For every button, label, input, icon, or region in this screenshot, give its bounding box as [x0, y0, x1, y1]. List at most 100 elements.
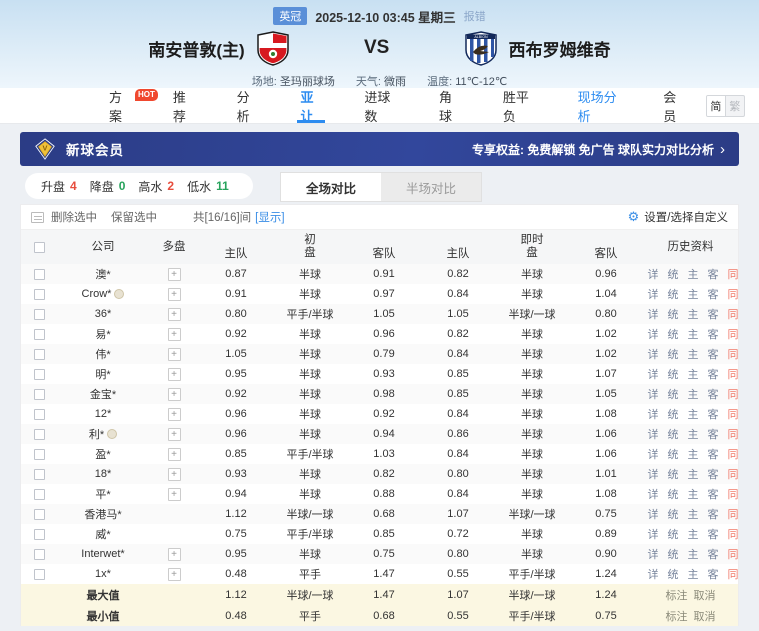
tab-recommend[interactable]: 推荐 [152, 88, 216, 123]
history-link[interactable]: 同 [728, 366, 739, 382]
history-link[interactable]: 详 [648, 366, 659, 382]
history-link[interactable]: 客 [708, 546, 719, 562]
history-link[interactable]: 主 [688, 346, 699, 362]
company-name[interactable]: 明* [95, 366, 110, 382]
history-link[interactable]: 客 [708, 446, 719, 462]
lang-traditional-button[interactable]: 繁 [726, 96, 744, 116]
summary-action-link[interactable]: 取消 [694, 587, 716, 603]
history-link[interactable]: 统 [668, 546, 679, 562]
report-error-link[interactable]: 报错 [464, 8, 486, 24]
company-name[interactable]: 易* [95, 326, 110, 342]
history-link[interactable]: 主 [688, 386, 699, 402]
row-checkbox[interactable] [34, 289, 45, 300]
vip-banner[interactable]: V 新球会员 专享权益: 免费解锁 免广告 球队实力对比分析 › [20, 132, 739, 166]
history-link[interactable]: 同 [728, 426, 739, 442]
history-link[interactable]: 客 [708, 346, 719, 362]
history-link[interactable]: 统 [668, 346, 679, 362]
history-link[interactable]: 统 [668, 406, 679, 422]
company-name[interactable]: 威* [95, 526, 110, 542]
history-link[interactable]: 客 [708, 486, 719, 502]
history-link[interactable]: 详 [648, 466, 659, 482]
tab-win-draw-lose[interactable]: 胜平负 [482, 88, 557, 123]
row-checkbox[interactable] [34, 549, 45, 560]
row-checkbox[interactable] [34, 469, 45, 480]
history-link[interactable]: 同 [728, 566, 739, 582]
history-link[interactable]: 客 [708, 386, 719, 402]
full-match-tab[interactable]: 全场对比 [281, 173, 381, 201]
expand-multi-button[interactable]: + [168, 308, 181, 321]
company-name[interactable]: 18* [95, 468, 112, 480]
expand-multi-button[interactable]: + [168, 448, 181, 461]
history-link[interactable]: 详 [648, 306, 659, 322]
expand-multi-button[interactable]: + [168, 488, 181, 501]
history-link[interactable]: 统 [668, 446, 679, 462]
company-name[interactable]: Interwet* [81, 548, 124, 560]
history-link[interactable]: 主 [688, 566, 699, 582]
summary-action-link[interactable]: 取消 [694, 608, 716, 624]
expand-multi-button[interactable]: + [168, 368, 181, 381]
history-link[interactable]: 统 [668, 566, 679, 582]
history-link[interactable]: 主 [688, 406, 699, 422]
history-link[interactable]: 详 [648, 486, 659, 502]
tab-member[interactable]: 会员 [642, 88, 706, 123]
row-checkbox[interactable] [34, 269, 45, 280]
history-link[interactable]: 客 [708, 326, 719, 342]
settings-button[interactable]: ⚙ 设置/选择自定义 [628, 209, 728, 225]
tab-live-analysis[interactable]: 现场分析 [557, 88, 643, 123]
history-link[interactable]: 统 [668, 266, 679, 282]
expand-multi-button[interactable]: + [168, 408, 181, 421]
expand-multi-button[interactable]: + [168, 328, 181, 341]
history-link[interactable]: 详 [648, 346, 659, 362]
history-link[interactable]: 同 [728, 326, 739, 342]
history-link[interactable]: 详 [648, 286, 659, 302]
history-link[interactable]: 主 [688, 526, 699, 542]
tab-goals[interactable]: 进球数 [343, 88, 418, 123]
history-link[interactable]: 同 [728, 506, 739, 522]
history-link[interactable]: 客 [708, 366, 719, 382]
history-link[interactable]: 详 [648, 326, 659, 342]
history-link[interactable]: 详 [648, 426, 659, 442]
history-link[interactable]: 详 [648, 546, 659, 562]
history-link[interactable]: 统 [668, 506, 679, 522]
history-link[interactable]: 同 [728, 546, 739, 562]
history-link[interactable]: 统 [668, 486, 679, 502]
row-checkbox[interactable] [34, 529, 45, 540]
history-link[interactable]: 主 [688, 366, 699, 382]
company-name[interactable]: Crow* [82, 288, 112, 300]
history-link[interactable]: 同 [728, 486, 739, 502]
history-link[interactable]: 客 [708, 266, 719, 282]
history-link[interactable]: 主 [688, 426, 699, 442]
history-link[interactable]: 同 [728, 306, 739, 322]
tab-plan[interactable]: 方案HOT [88, 88, 152, 123]
company-name[interactable]: 盈* [95, 446, 110, 462]
company-name[interactable]: 1x* [95, 568, 111, 580]
history-link[interactable]: 客 [708, 566, 719, 582]
history-link[interactable]: 同 [728, 526, 739, 542]
history-link[interactable]: 详 [648, 386, 659, 402]
history-link[interactable]: 主 [688, 486, 699, 502]
row-checkbox[interactable] [34, 309, 45, 320]
expand-multi-button[interactable]: + [168, 388, 181, 401]
row-checkbox[interactable] [34, 389, 45, 400]
tab-corners[interactable]: 角球 [418, 88, 482, 123]
expand-multi-button[interactable]: + [168, 468, 181, 481]
history-link[interactable]: 主 [688, 326, 699, 342]
history-link[interactable]: 同 [728, 266, 739, 282]
summary-action-link[interactable]: 标注 [666, 608, 688, 624]
history-link[interactable]: 同 [728, 406, 739, 422]
expand-multi-button[interactable]: + [168, 348, 181, 361]
history-link[interactable]: 主 [688, 266, 699, 282]
company-name[interactable]: 香港马* [84, 506, 121, 522]
tab-asian-handicap[interactable]: 亚让 [279, 88, 343, 123]
half-match-tab[interactable]: 半场对比 [381, 173, 481, 201]
history-link[interactable]: 客 [708, 506, 719, 522]
history-link[interactable]: 主 [688, 446, 699, 462]
history-link[interactable]: 详 [648, 406, 659, 422]
tab-analysis[interactable]: 分析 [216, 88, 280, 123]
row-checkbox[interactable] [34, 449, 45, 460]
company-name[interactable]: 36* [95, 308, 112, 320]
history-link[interactable]: 主 [688, 466, 699, 482]
history-link[interactable]: 客 [708, 426, 719, 442]
history-link[interactable]: 详 [648, 446, 659, 462]
row-checkbox[interactable] [34, 409, 45, 420]
